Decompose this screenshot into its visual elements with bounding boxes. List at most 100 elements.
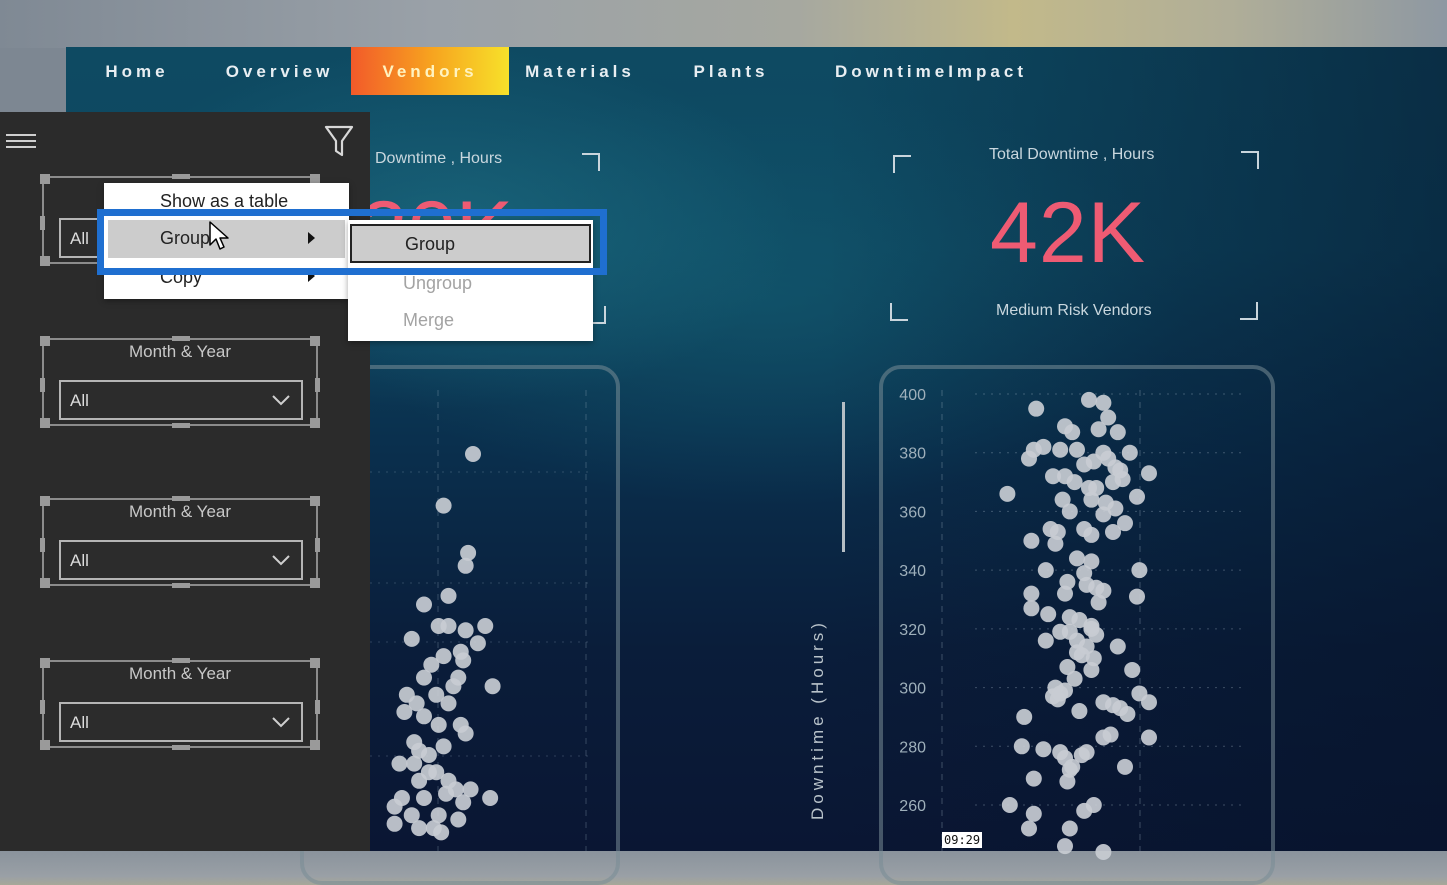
scatter-point[interactable] xyxy=(1061,820,1078,837)
scatter-point[interactable] xyxy=(438,785,455,802)
scatter-point[interactable] xyxy=(1131,562,1148,579)
resize-handle[interactable] xyxy=(172,583,190,588)
scatter-point[interactable] xyxy=(455,794,472,811)
slicer-dropdown[interactable]: All xyxy=(59,380,303,420)
scatter-point[interactable] xyxy=(440,587,457,604)
tab-plants[interactable]: Plants xyxy=(651,47,811,95)
scatter-point[interactable] xyxy=(1141,465,1157,482)
scatter-point[interactable] xyxy=(1085,453,1102,470)
scatter-point[interactable] xyxy=(1025,805,1042,822)
scatter-point[interactable] xyxy=(416,596,432,613)
funnel-icon[interactable] xyxy=(324,124,354,158)
resize-handle[interactable] xyxy=(315,700,320,714)
scatter-point[interactable] xyxy=(1035,438,1052,455)
tab-home[interactable]: Home xyxy=(66,47,208,95)
scatter-point[interactable] xyxy=(1141,694,1157,711)
scatter-point[interactable] xyxy=(457,725,474,742)
scatter-point[interactable] xyxy=(1129,588,1145,605)
scatter-point[interactable] xyxy=(386,815,403,832)
scatter-point[interactable] xyxy=(403,630,420,647)
scatter-point[interactable] xyxy=(1028,400,1045,417)
scatter-point[interactable] xyxy=(391,755,408,772)
resize-handle[interactable] xyxy=(40,700,45,714)
scatter-point[interactable] xyxy=(1121,444,1138,461)
scatter-chart-downtime[interactable]: 400 380 360 340 320 300 280 260 xyxy=(885,380,1270,860)
scatter-point[interactable] xyxy=(1105,523,1121,540)
resize-handle[interactable] xyxy=(40,256,50,266)
scatter-point[interactable] xyxy=(411,820,428,837)
resize-handle[interactable] xyxy=(310,740,320,750)
resize-handle[interactable] xyxy=(310,418,320,428)
scatter-point[interactable] xyxy=(1109,424,1126,441)
scatter-point[interactable] xyxy=(433,824,450,841)
scatter-point[interactable] xyxy=(1037,562,1054,579)
resize-handle[interactable] xyxy=(172,658,190,663)
scatter-point[interactable] xyxy=(406,755,423,772)
scatter-point[interactable] xyxy=(1078,744,1095,761)
scatter-point[interactable] xyxy=(1025,770,1042,787)
scatter-point[interactable] xyxy=(430,716,447,733)
scatter-point[interactable] xyxy=(1102,726,1119,743)
resize-handle[interactable] xyxy=(40,578,50,588)
scatter-point[interactable] xyxy=(1069,550,1085,567)
resize-handle[interactable] xyxy=(172,423,190,428)
scatter-point[interactable] xyxy=(1114,471,1131,488)
scatter-point[interactable] xyxy=(1023,585,1040,602)
scatter-point[interactable] xyxy=(482,790,499,806)
scatter-point[interactable] xyxy=(1119,705,1136,722)
scatter-point[interactable] xyxy=(457,622,474,639)
scatter-point[interactable] xyxy=(1040,606,1057,623)
scatter-point[interactable] xyxy=(420,747,437,763)
scatter-point[interactable] xyxy=(1090,421,1107,438)
scatter-point[interactable] xyxy=(999,485,1016,502)
resize-handle[interactable] xyxy=(310,578,320,588)
scatter-point[interactable] xyxy=(1081,391,1097,408)
scatter-point[interactable] xyxy=(457,557,474,574)
scatter-point[interactable] xyxy=(1141,729,1157,746)
scatter-point[interactable] xyxy=(1057,585,1073,602)
scatter-point[interactable] xyxy=(1095,843,1112,860)
scatter-point[interactable] xyxy=(455,652,472,669)
resize-handle[interactable] xyxy=(172,174,190,179)
scatter-point[interactable] xyxy=(1124,661,1141,678)
scatter-point[interactable] xyxy=(484,678,501,695)
scatter-point[interactable] xyxy=(1083,526,1100,543)
scatter-chart-left[interactable] xyxy=(370,380,615,851)
scatter-point[interactable] xyxy=(440,695,457,712)
scatter-point[interactable] xyxy=(1001,797,1018,813)
scatter-point[interactable] xyxy=(386,798,403,815)
scatter-point[interactable] xyxy=(1064,424,1081,441)
resize-handle[interactable] xyxy=(40,378,45,392)
scatter-point[interactable] xyxy=(416,708,432,725)
scatter-point[interactable] xyxy=(1021,820,1037,837)
resize-handle[interactable] xyxy=(40,418,50,428)
scatter-point[interactable] xyxy=(1057,838,1073,855)
scatter-point[interactable] xyxy=(1109,638,1126,655)
scatter-point[interactable] xyxy=(1090,594,1107,611)
scatter-point[interactable] xyxy=(1052,441,1069,458)
scatter-point[interactable] xyxy=(450,811,467,828)
scatter-point[interactable] xyxy=(1066,474,1083,491)
scatter-point[interactable] xyxy=(1047,535,1064,552)
tab-downtime-impact[interactable]: DowntimeImpact xyxy=(811,47,1051,95)
resize-handle[interactable] xyxy=(40,216,45,230)
tab-overview[interactable]: Overview xyxy=(208,47,351,95)
scatter-point[interactable] xyxy=(416,790,432,806)
slicer-dropdown[interactable]: All xyxy=(59,540,303,580)
scatter-point[interactable] xyxy=(411,772,428,789)
scatter-point[interactable] xyxy=(1021,450,1037,467)
tab-materials[interactable]: Materials xyxy=(509,47,651,95)
scatter-point[interactable] xyxy=(1023,532,1040,549)
submenu-item-merge[interactable]: Merge xyxy=(348,299,593,337)
slicer-dropdown[interactable]: All xyxy=(59,702,303,742)
scatter-point[interactable] xyxy=(1061,503,1078,520)
resize-handle[interactable] xyxy=(315,378,320,392)
scatter-point[interactable] xyxy=(1013,738,1030,755)
scatter-point[interactable] xyxy=(1083,661,1100,678)
scatter-point[interactable] xyxy=(1016,708,1033,725)
scatter-point[interactable] xyxy=(416,669,432,686)
scatter-point[interactable] xyxy=(1107,500,1124,517)
scatter-point[interactable] xyxy=(1049,691,1066,708)
resize-handle[interactable] xyxy=(172,745,190,750)
scatter-point[interactable] xyxy=(440,618,457,634)
